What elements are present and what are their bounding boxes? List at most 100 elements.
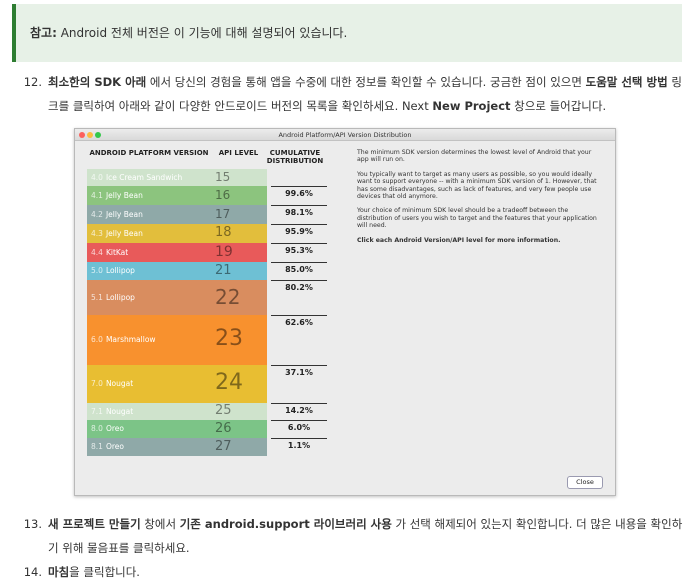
step-14: 14. 마침을 클릭합니다. <box>14 560 684 582</box>
version-name: 8.1 Oreo <box>91 442 124 451</box>
note-label: 참고: <box>30 26 57 40</box>
description-paragraph: The minimum SDK version determines the l… <box>357 149 592 164</box>
version-number: 6.0 <box>91 335 103 344</box>
version-name: 6.0 Marshmallow <box>91 335 156 344</box>
dialog-titlebar: Android Platform/API Version Distributio… <box>75 129 615 141</box>
version-number: 4.3 <box>91 228 103 238</box>
version-label: Oreo <box>105 424 124 433</box>
version-label: Jelly Bean <box>105 209 143 219</box>
version-row[interactable]: 4.1 Jelly Bean 16 <box>87 186 267 205</box>
cumulative-value: 6.0% <box>271 420 327 432</box>
version-label: Ice Cream Sandwich <box>105 172 183 182</box>
version-label: Nougat <box>105 379 134 388</box>
api-level[interactable]: 15 <box>215 170 255 184</box>
version-name: 8.0 Oreo <box>91 424 124 433</box>
version-row[interactable]: 8.0 Oreo 26 <box>87 420 267 438</box>
version-number: 5.0 <box>91 266 103 275</box>
step-plain: 을 클릭합니다. <box>69 565 140 579</box>
step-number: 13. <box>23 517 42 531</box>
version-row[interactable]: 4.3 Jelly Bean 18 <box>87 224 267 243</box>
api-level[interactable]: 25 <box>215 403 255 418</box>
description-panel: The minimum SDK version determines the l… <box>357 149 602 251</box>
header-platform: ANDROID PLATFORM VERSION <box>89 149 209 157</box>
cumulative-value: 95.9% <box>271 224 327 236</box>
cumulative-value: 14.2% <box>271 403 327 415</box>
version-label: KitKat <box>105 247 129 257</box>
version-number: 4.0 <box>91 172 103 182</box>
version-name: 5.1 Lollipop <box>91 293 135 302</box>
header-api-level: API LEVEL <box>218 149 259 157</box>
note-callout: 참고: Android 전체 버전은 이 기능에 대해 설명되어 있습니다. <box>12 4 682 62</box>
description-paragraph: Your choice of minimum SDK level should … <box>357 207 597 230</box>
dialog-title: Android Platform/API Version Distributio… <box>278 131 412 139</box>
version-name: 4.0 Ice Cream Sandwich <box>91 173 182 182</box>
api-level[interactable]: 27 <box>215 439 255 454</box>
version-row[interactable]: 7.0 Nougat 24 <box>87 365 267 403</box>
cumulative-value: 80.2% <box>271 280 327 292</box>
version-name: 5.0 Lollipop <box>91 266 135 275</box>
cumulative-value: 85.0% <box>271 262 327 274</box>
step-bold: 새 프로젝트 만들기 <box>48 517 141 531</box>
step-text: 새 프로젝트 만들기 창에서 기존 android.support 라이브러리 … <box>48 512 684 560</box>
cumulative-value: 1.1% <box>271 438 327 450</box>
step-bold: 최소한의 SDK 아래 <box>48 75 147 89</box>
version-number: 7.0 <box>91 379 103 388</box>
version-row[interactable]: 7.1 Nougat 25 <box>87 403 267 420</box>
cumulative-value: 37.1% <box>271 365 327 377</box>
cumulative-value: 98.1% <box>271 205 327 217</box>
api-level[interactable]: 16 <box>215 188 255 202</box>
version-name: 4.1 Jelly Bean <box>91 191 143 200</box>
api-level[interactable]: 21 <box>215 263 255 278</box>
version-name: 7.1 Nougat <box>91 407 133 416</box>
version-label: Nougat <box>105 406 134 416</box>
step-number: 14. <box>23 565 42 579</box>
description-paragraph: You typically want to target as many use… <box>357 170 597 201</box>
version-label: Jelly Bean <box>105 190 143 200</box>
step-bold: New Project <box>432 99 511 113</box>
step-plain: 에서 당신의 경험을 통해 앱을 수중에 대한 정보를 확인할 수 있습니다. … <box>146 75 586 89</box>
version-number: 5.1 <box>91 292 103 302</box>
api-level[interactable]: 26 <box>215 421 255 436</box>
step-bold: 마침 <box>48 565 70 579</box>
version-name: 4.4 KitKat <box>91 248 128 257</box>
api-level[interactable]: 23 <box>215 326 255 351</box>
step-number: 12. <box>23 75 42 89</box>
version-number: 7.1 <box>91 406 103 416</box>
version-row[interactable]: 5.0 Lollipop 21 <box>87 262 267 280</box>
step-text: 최소한의 SDK 아래 에서 당신의 경험을 통해 앱을 수중에 대한 정보를 … <box>48 70 684 118</box>
close-button[interactable]: Close <box>567 476 603 489</box>
minimize-window-icon[interactable] <box>87 132 93 138</box>
step-plain: 창으로 들어갑니다. <box>510 99 607 113</box>
version-label: Lollipop <box>105 292 135 302</box>
step-13: 13. 새 프로젝트 만들기 창에서 기존 android.support 라이… <box>14 512 684 560</box>
version-number: 4.1 <box>91 190 103 200</box>
version-row[interactable]: 4.0 Ice Cream Sandwich 15 <box>87 169 267 186</box>
version-label: Marshmallow <box>105 335 156 344</box>
api-level[interactable]: 22 <box>215 285 255 309</box>
version-row[interactable]: 4.4 KitKat 19 <box>87 243 267 262</box>
version-row[interactable]: 4.2 Jelly Bean 17 <box>87 205 267 224</box>
api-level[interactable]: 17 <box>215 207 255 221</box>
close-window-icon[interactable] <box>79 132 85 138</box>
version-number: 8.0 <box>91 424 103 433</box>
step-plain: 창에서 <box>140 517 180 531</box>
version-label: Jelly Bean <box>105 228 143 238</box>
api-level[interactable]: 24 <box>215 370 255 395</box>
zoom-window-icon[interactable] <box>95 132 101 138</box>
api-level[interactable]: 18 <box>215 225 255 240</box>
cumulative-value: 95.3% <box>271 243 327 255</box>
version-distribution-dialog: Android Platform/API Version Distributio… <box>74 128 616 496</box>
version-row[interactable]: 5.1 Lollipop 22 <box>87 280 267 315</box>
cumulative-value: 62.6% <box>271 315 327 327</box>
help-link-text[interactable]: 도움말 선택 방법 <box>586 75 668 89</box>
version-row[interactable]: 6.0 Marshmallow 23 <box>87 315 267 365</box>
version-number: 4.4 <box>91 247 103 257</box>
cumulative-value: 99.6% <box>271 186 327 198</box>
version-label: Oreo <box>105 442 124 451</box>
version-row[interactable]: 8.1 Oreo 27 <box>87 438 267 456</box>
api-level[interactable]: 19 <box>215 244 255 260</box>
step-text: 마침을 클릭합니다. <box>48 560 140 583</box>
version-number: 8.1 <box>91 442 103 451</box>
version-name: 4.2 Jelly Bean <box>91 210 143 219</box>
version-name: 7.0 Nougat <box>91 379 133 388</box>
